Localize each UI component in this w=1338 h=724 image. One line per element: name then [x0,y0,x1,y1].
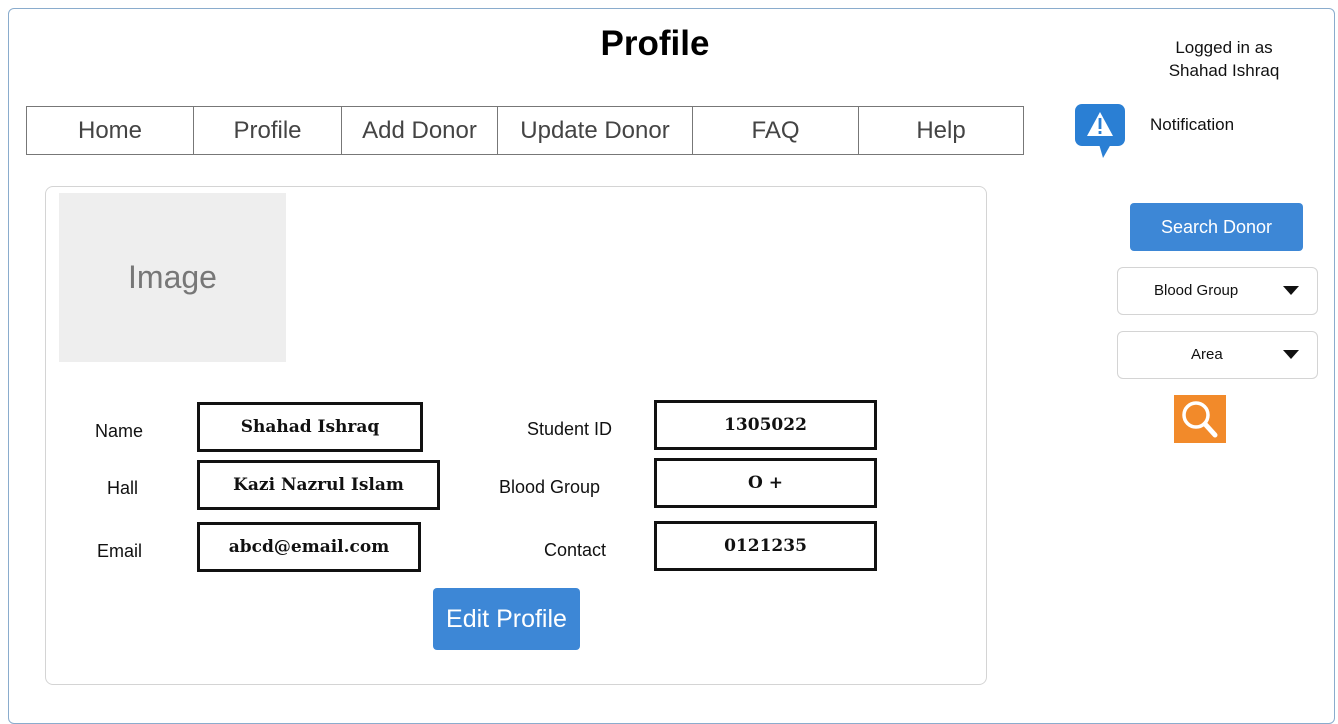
profile-image-placeholder: Image [59,193,286,362]
blood-group-field[interactable]: O + [654,458,877,508]
blood-group-select[interactable]: Blood Group [1117,267,1318,315]
nav-item-add-donor[interactable]: Add Donor [342,107,498,154]
notification-warning-icon[interactable] [1075,104,1133,160]
search-donor-button[interactable]: Search Donor [1130,203,1303,251]
name-field[interactable]: Shahad Ishraq [197,402,423,452]
page-title: Profile [600,24,710,63]
nav-item-help[interactable]: Help [859,107,1023,154]
area-select-label: Area [1191,346,1223,363]
image-placeholder-text: Image [128,259,217,295]
area-select[interactable]: Area [1117,331,1318,379]
notification-label[interactable]: Notification [1150,115,1234,135]
nav-item-update-donor[interactable]: Update Donor [498,107,693,154]
hall-field[interactable]: Kazi Nazrul Islam [197,460,440,510]
search-submit-button[interactable] [1174,395,1226,443]
caret-down-icon [1283,286,1299,295]
student-id-label: Student ID [527,419,613,439]
blood-group-label: Blood Group [499,477,601,497]
student-id-field[interactable]: 1305022 [654,400,877,450]
logged-in-user: Shahad Ishraq [1168,61,1280,80]
email-label: Email [97,541,143,561]
contact-label: Contact [544,540,607,560]
nav-item-home[interactable]: Home [27,107,194,154]
contact-field[interactable]: 0121235 [654,521,877,571]
hall-label: Hall [107,478,139,498]
email-field[interactable]: abcd@email.com [197,522,421,572]
nav-item-faq[interactable]: FAQ [693,107,859,154]
nav-item-profile[interactable]: Profile [194,107,342,154]
magnifier-icon [1182,401,1218,438]
blood-group-select-label: Blood Group [1154,282,1239,299]
edit-profile-button[interactable]: Edit Profile [433,588,580,650]
name-label: Name [95,421,144,441]
logged-in-label: Logged in as [1175,38,1273,57]
main-navbar: Home Profile Add Donor Update Donor FAQ … [26,106,1024,155]
caret-down-icon [1283,350,1299,359]
